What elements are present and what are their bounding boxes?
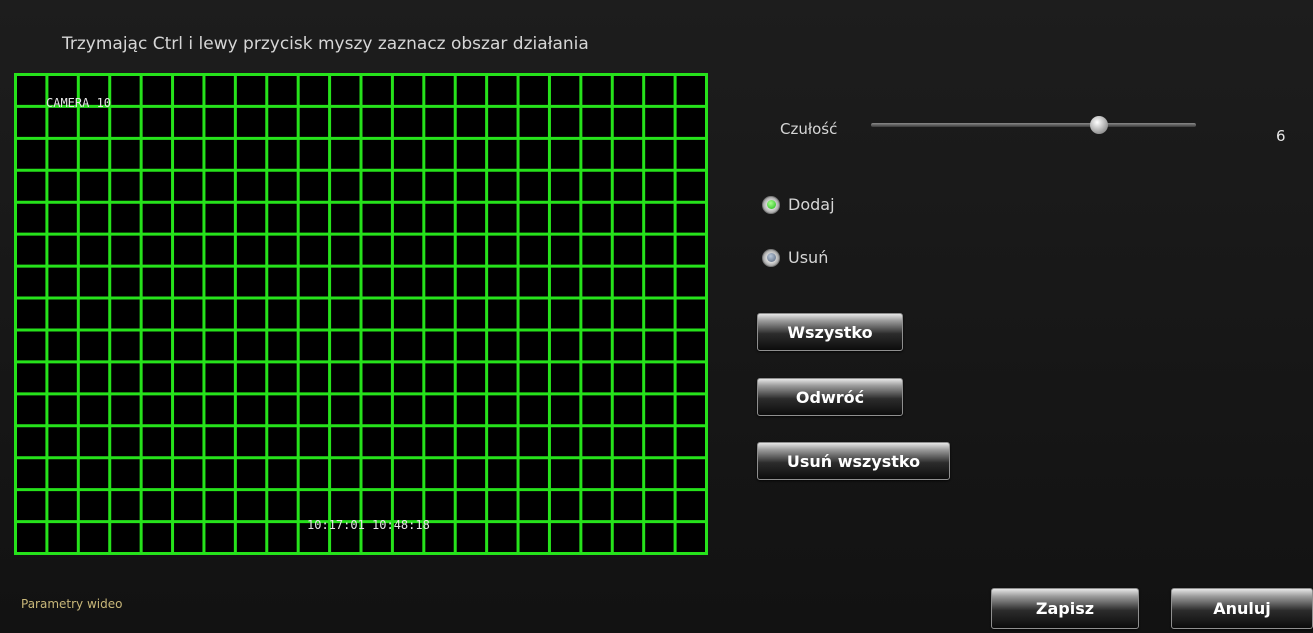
camera-overlay-text: CAMERA 10 [46,96,112,110]
sensitivity-value: 6 [1276,127,1286,145]
select-all-button[interactable]: Wszystko [757,313,903,351]
grid-lines[interactable] [14,73,708,555]
timestamp-overlay-text: 10:17:01 10:48:18 [307,518,430,532]
radio-unchecked-icon[interactable] [762,248,780,267]
radio-checked-icon[interactable] [762,195,780,214]
clear-all-button[interactable]: Usuń wszystko [757,442,950,480]
instruction-text: Trzymając Ctrl i lewy przycisk myszy zaz… [62,34,589,54]
radio-add[interactable]: Dodaj [762,195,835,214]
video-parameters-link[interactable]: Parametry wideo [21,597,122,611]
radio-remove[interactable]: Usuń [762,248,828,267]
detection-grid[interactable]: CAMERA 10 10:17:01 10:48:18 [14,73,708,555]
sensitivity-label: Czułość [780,120,838,138]
radio-remove-label: Usuń [788,248,829,267]
sensitivity-slider[interactable] [871,116,1196,134]
cancel-button[interactable]: Anuluj [1171,588,1313,629]
radio-add-label: Dodaj [788,195,835,214]
invert-button[interactable]: Odwróć [757,378,903,416]
save-button[interactable]: Zapisz [991,588,1139,629]
slider-thumb[interactable] [1089,116,1108,134]
motion-detection-panel: Trzymając Ctrl i lewy przycisk myszy zaz… [0,0,1313,633]
